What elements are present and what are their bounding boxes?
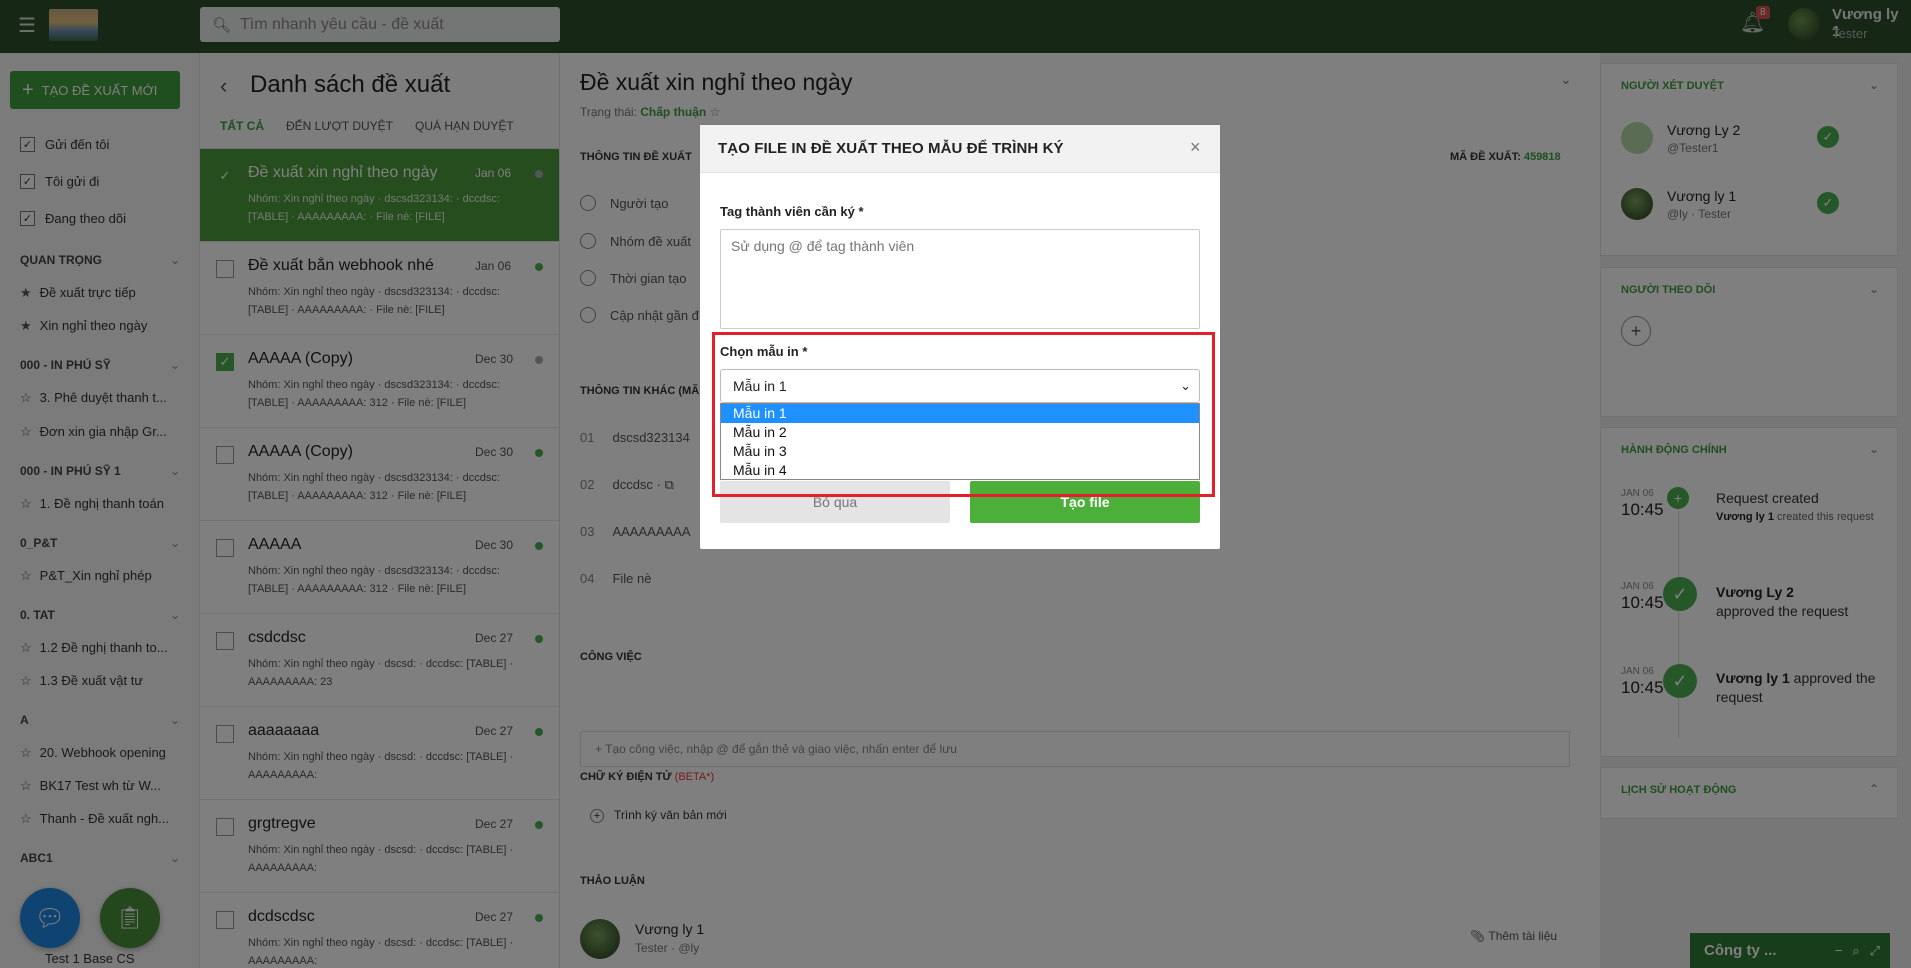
dialog-title: TẠO FILE IN ĐỀ XUẤT THEO MẪU ĐỂ TRÌNH KÝ — [718, 140, 1064, 157]
tag-members-input[interactable] — [720, 229, 1200, 329]
tag-members-label: Tag thành viên cần ký * — [720, 204, 864, 219]
dialog-header: TẠO FILE IN ĐỀ XUẤT THEO MẪU ĐỂ TRÌNH KÝ… — [700, 125, 1220, 173]
highlight-box — [712, 332, 1215, 497]
close-icon[interactable]: × — [1190, 137, 1201, 158]
